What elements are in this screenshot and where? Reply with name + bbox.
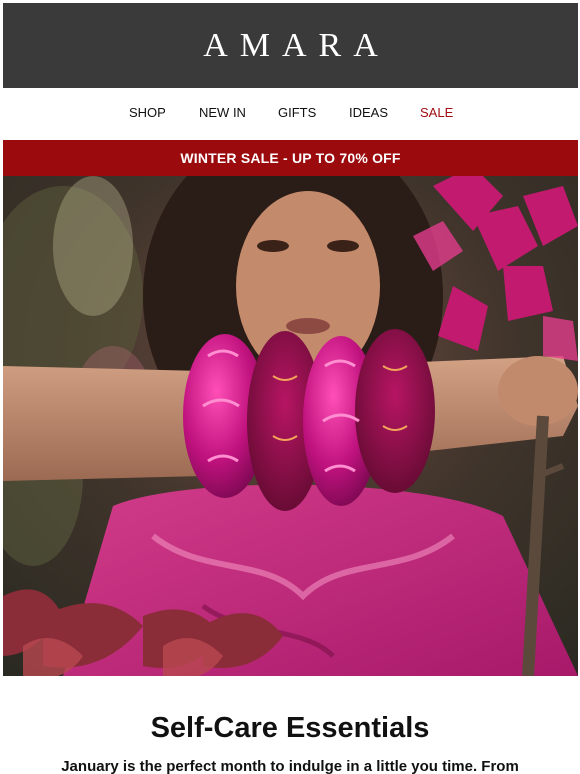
- nav-item-gifts[interactable]: GIFTS: [278, 105, 316, 120]
- email-frame: AMARA SHOP NEW IN GIFTS IDEAS SALE WINTE…: [0, 0, 580, 774]
- section-title: Self-Care Essentials: [150, 712, 430, 744]
- nav-item-shop[interactable]: SHOP: [129, 105, 166, 120]
- sale-banner-text: WINTER SALE - UP TO 70% OFF: [180, 150, 401, 166]
- hero-image[interactable]: [3, 176, 578, 676]
- nav-item-sale[interactable]: SALE: [420, 105, 453, 120]
- header-bar: AMARA: [3, 3, 578, 88]
- nav-item-ideas[interactable]: IDEAS: [349, 105, 388, 120]
- nav-item-new-in[interactable]: NEW IN: [199, 105, 246, 120]
- section-body: January is the perfect month to indulge …: [61, 758, 519, 774]
- main-nav: SHOP NEW IN GIFTS IDEAS SALE: [3, 88, 578, 140]
- hero-photo-illustration: [3, 176, 578, 676]
- sale-banner[interactable]: WINTER SALE - UP TO 70% OFF: [3, 140, 578, 176]
- brand-logo[interactable]: AMARA: [191, 27, 390, 65]
